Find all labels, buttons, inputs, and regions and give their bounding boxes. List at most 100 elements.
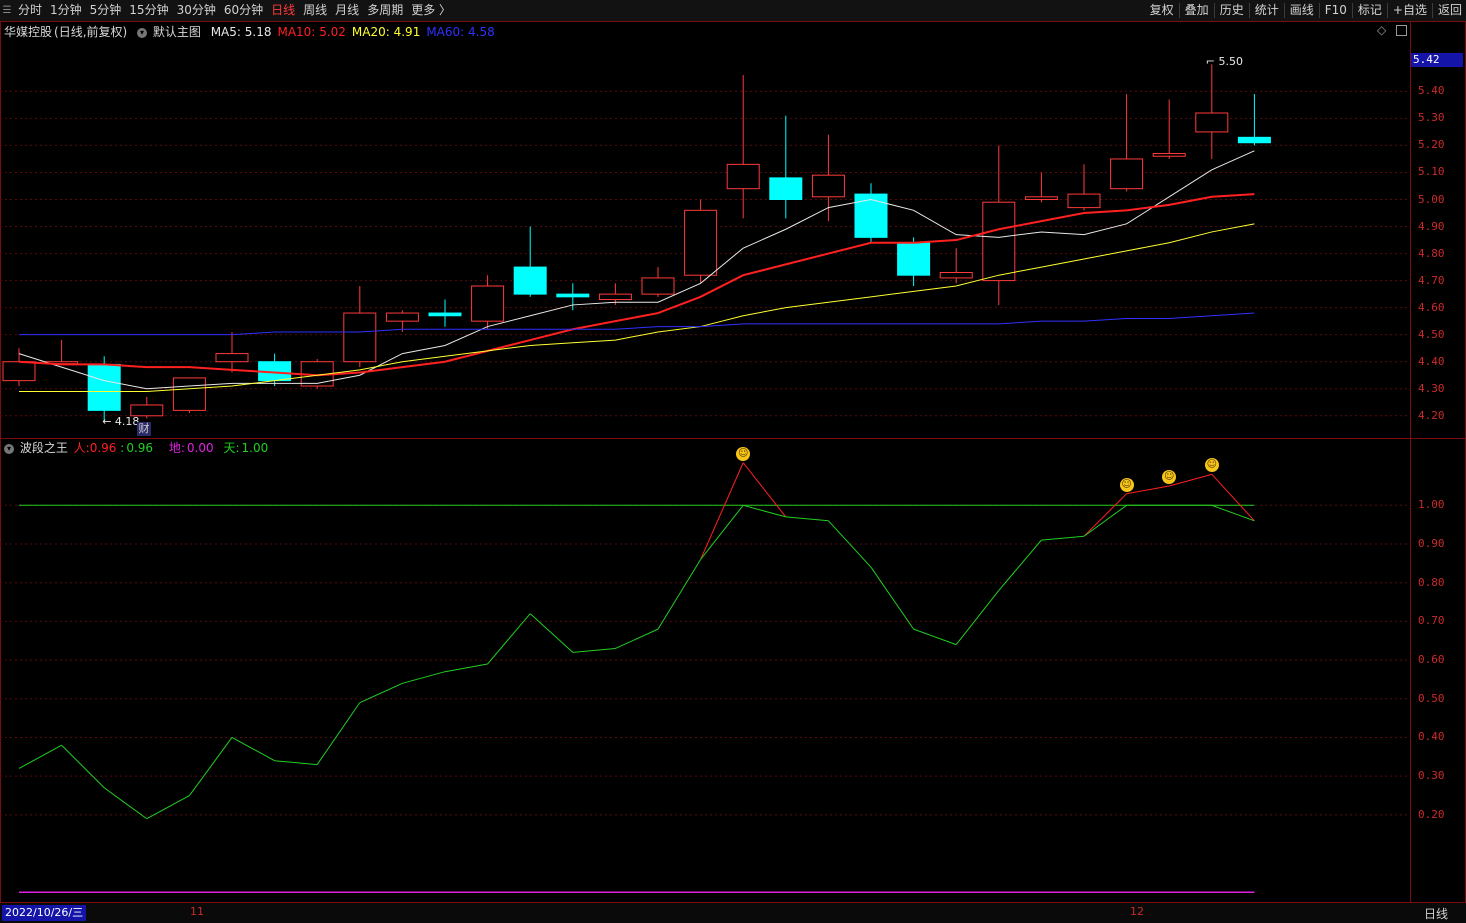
current-price-badge: 5.42 [1411,53,1463,67]
candle-body [598,293,632,301]
price-axis-label: 5.30 [1418,111,1445,125]
ren-line-segment [785,516,829,522]
ma-line-ma10 [18,193,1255,377]
candle-body [1237,136,1271,144]
price-axis-label: 5.10 [1418,165,1445,179]
high-price-value: 5.50 [1218,55,1244,69]
price-axis-label: 5.00 [1418,192,1445,206]
month-tick-11: 11 [190,905,204,918]
candle-body [769,177,803,201]
candle-body [897,242,931,276]
indicator-axis-label: 0.50 [1418,691,1445,705]
toolbar-separator [1431,3,1433,18]
ren-line-segment [529,613,574,653]
candle-body [684,209,718,276]
indicator-axis-label: 0.80 [1418,575,1445,589]
price-axis-label: 4.80 [1418,246,1445,260]
ren-line-segment [870,566,915,630]
ren-line-segment [274,760,318,766]
ren-line-segment [572,647,616,653]
low-price-value: 4.18 [114,415,140,429]
arrow-icon: ⌐ [1205,55,1219,69]
ren-line-segment [188,737,233,796]
ren-line-segment [359,682,403,704]
month-tick-12: 12 [1130,905,1144,918]
price-axis-label: 4.20 [1418,408,1445,422]
ren-line-segment [316,702,361,765]
date-axis: 2022/10/26/三 11 12 日线 [0,902,1466,923]
ren-line-segment [444,663,488,673]
candle-body [215,353,249,363]
ren-capped-segment [1083,504,1127,537]
indicator-axis-label: 0.60 [1418,653,1445,667]
price-axis-label: 4.70 [1418,273,1445,287]
price-axis-label: 5.20 [1418,138,1445,152]
candlestick-chart[interactable] [0,0,1410,922]
candle-body [1195,112,1229,133]
ren-line-segment [1041,535,1085,541]
low-price-mark: ← 4.18 [102,415,139,428]
ren-capped-segment [1211,504,1255,522]
ren-line-segment [955,590,1000,645]
candle-body [811,174,845,198]
arrow-icon: ← [102,415,115,429]
candle-body [726,163,760,190]
price-axis-label: 4.60 [1418,300,1445,314]
candle-body [172,377,206,411]
finance-badge[interactable]: 财 [137,422,151,436]
ren-line-segment [742,462,787,518]
indicator-axis-label: 0.40 [1418,730,1445,744]
candle-body [641,277,675,295]
indicator-axis-label: 0.90 [1418,537,1445,550]
ren-line-segment [1211,474,1255,522]
ren-line-segment [61,744,105,789]
ren-line-segment [913,628,957,646]
ren-capped-segment [700,504,744,560]
candle-body [130,404,164,417]
tool-button-8[interactable]: 返回 [1434,0,1466,21]
indicator-axis-label: 0.20 [1418,807,1445,821]
ren-line-segment [103,787,148,820]
indicator-axis-label: 0.70 [1418,614,1445,628]
axis-divider [1410,21,1411,903]
ren-line-segment [146,795,190,820]
high-price-mark: ⌐ 5.50 [1206,55,1243,68]
candle-body [513,266,547,295]
ren-line-segment [231,737,275,762]
price-axis-label: 4.30 [1418,381,1445,395]
candle-body [556,293,590,298]
ren-line-segment [700,462,744,560]
candle-body [854,193,888,238]
smiley-icon: ☺ [736,446,751,461]
ren-line-segment [18,744,62,769]
candle-body [939,271,973,279]
ren-capped-segment [743,504,786,518]
candle-body [1110,158,1144,190]
ren-line-segment [615,628,659,649]
ren-line-segment [487,613,531,665]
candle-body [1024,196,1058,201]
price-axis-label: 4.90 [1418,219,1445,233]
ren-line-segment [1083,493,1127,537]
candle-body [343,312,377,363]
period-label[interactable]: 日线 [1424,905,1448,922]
candle-body [2,361,36,382]
indicator-axis-label: 0.30 [1418,769,1445,783]
ren-line-segment [828,520,872,568]
candle-body [87,363,121,411]
candle-body [1152,153,1186,157]
ma-line-ma5 [18,150,1255,390]
price-axis-label: 4.40 [1418,354,1445,368]
candle-body [385,312,419,322]
cursor-date: 2022/10/26/三 [2,905,87,921]
smiley-icon: ☺ [1119,477,1134,492]
candle-body [982,201,1016,282]
candle-body [1067,193,1101,209]
price-axis-label: 5.40 [1418,84,1445,98]
indicator-axis-label: 1.00 [1418,498,1445,512]
ren-line-segment [402,671,446,684]
candle-body [471,285,505,322]
candle-body [428,312,462,317]
ren-line-segment [657,559,702,630]
price-axis-label: 4.50 [1418,327,1445,341]
